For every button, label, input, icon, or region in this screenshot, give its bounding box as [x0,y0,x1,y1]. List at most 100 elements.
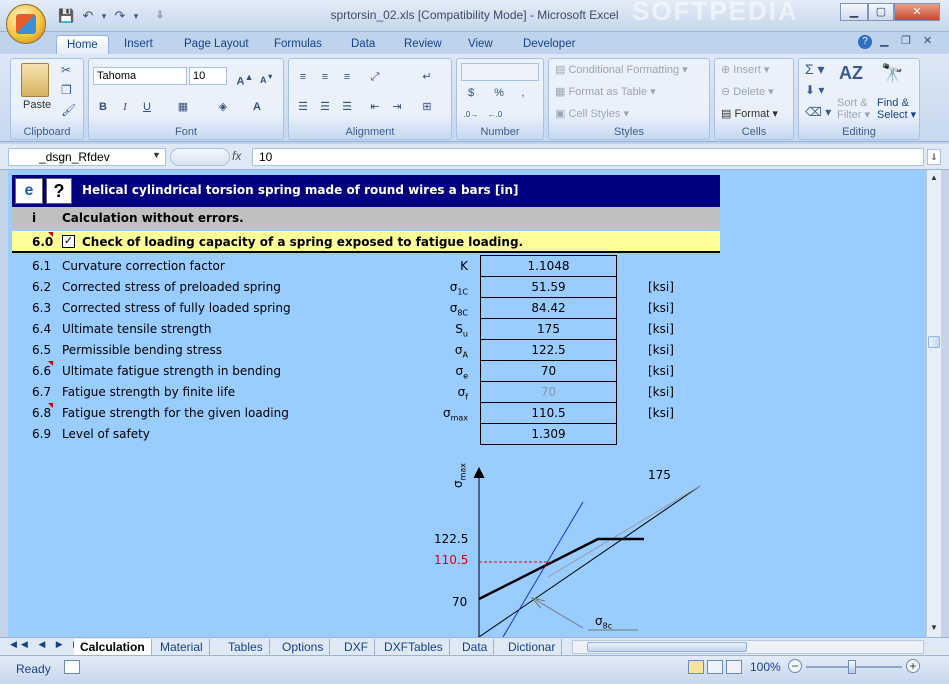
help-icon[interactable]: ? [858,35,872,49]
formula-bar-expand-icon[interactable]: ⇓ [927,149,941,165]
row-value[interactable]: 84.42 [480,297,617,319]
ribbon-restore-icon[interactable]: ❐ [901,34,911,47]
font-color-icon[interactable]: A [247,97,267,115]
normal-view-icon[interactable] [688,660,704,674]
merge-center-icon[interactable]: ⊞ [417,97,437,115]
find-select-icon[interactable]: 🔭 [881,63,903,84]
sheet-tab[interactable]: Options [276,639,331,655]
insert-cells-button[interactable]: ⊕ Insert ▾ [721,63,769,76]
font-name-combo[interactable]: Tahoma [93,67,187,85]
worksheet-area[interactable]: e ? Helical cylindrical torsion spring m… [8,170,926,637]
row-value[interactable]: 70 [480,381,617,403]
fill-icon[interactable]: ⬇ ▾ [805,83,824,97]
bold-button[interactable]: B [93,97,113,115]
section-checkbox[interactable]: ✓ [62,235,75,248]
zoom-slider-thumb[interactable] [848,660,856,674]
row-value[interactable]: 122.5 [480,339,617,361]
sheet-tab[interactable]: Calculation [74,639,152,655]
sheet-tab[interactable]: DXFTables [378,639,450,655]
name-box[interactable]: _dsgn_Rfdev [8,148,166,166]
orientation-icon[interactable]: ⤢ [365,67,385,85]
grow-font-icon[interactable]: A▲ [235,67,255,88]
ribbon-minimize-icon[interactable]: ▁ [880,34,888,47]
format-as-table-button[interactable]: ▦ Format as Table ▾ [555,85,656,98]
row-value[interactable]: 1.309 [480,423,617,445]
tab-data[interactable]: Data [341,35,385,55]
italic-button[interactable]: I [115,97,135,115]
copy-icon[interactable]: ❐ [61,83,72,97]
align-top-icon[interactable]: ≡ [293,67,313,85]
insert-function-button[interactable]: fx [232,149,241,163]
delete-cells-button[interactable]: ⊖ Delete ▾ [721,85,774,98]
increase-decimal-icon[interactable]: .0→ [461,105,481,123]
scroll-up-icon[interactable]: ▲ [928,171,940,185]
fill-color-icon[interactable]: ◈ [213,97,233,115]
help-question-icon[interactable]: ? [46,178,72,204]
align-right-icon[interactable]: ☰ [337,97,357,115]
wrap-text-icon[interactable]: ↵ [417,67,437,85]
redo-icon[interactable]: ↷ [112,8,128,24]
tab-developer[interactable]: Developer [513,35,585,55]
decrease-decimal-icon[interactable]: ←.0 [485,105,505,123]
sort-filter-button[interactable]: Sort & Filter ▾ [837,97,870,121]
autosum-icon[interactable]: Σ ▾ [805,61,825,78]
find-select-button[interactable]: Find & Select ▾ [877,97,916,121]
vertical-scrollbar[interactable]: ▲ ▼ [926,170,941,637]
tab-view[interactable]: View [458,35,503,55]
name-box-dropdown-icon[interactable]: ▼ [152,150,161,160]
sheet-tab[interactable]: Data [456,639,495,655]
align-left-icon[interactable]: ☰ [293,97,313,115]
scroll-down-icon[interactable]: ▼ [928,621,940,635]
align-middle-icon[interactable]: ≡ [315,67,335,85]
office-button[interactable] [6,4,46,44]
comma-button[interactable]: , [513,83,533,101]
maximize-button[interactable]: ▢ [868,3,894,21]
font-size-combo[interactable]: 10 [189,67,227,85]
workbook-close-icon[interactable]: ✕ [923,34,932,47]
paste-button[interactable]: Paste [23,99,51,111]
undo-dropdown-icon[interactable]: ▾ [96,8,112,24]
row-value[interactable]: 1.1048 [480,255,617,277]
tab-review[interactable]: Review [394,35,452,55]
page-break-view-icon[interactable] [726,660,742,674]
shrink-font-icon[interactable]: A▼ [257,67,277,85]
percent-button[interactable]: % [489,83,509,101]
save-icon[interactable]: 💾 [58,8,74,24]
increase-indent-icon[interactable]: ⇥ [387,97,407,115]
clear-icon[interactable]: ⌫ ▾ [805,105,831,119]
format-painter-icon[interactable]: 🖌 [61,103,76,117]
decrease-indent-icon[interactable]: ⇤ [365,97,385,115]
formula-expand-handle[interactable] [170,148,230,166]
page-layout-view-icon[interactable] [707,660,723,674]
horizontal-scrollbar[interactable] [572,640,924,654]
redo-dropdown-icon[interactable]: ▾ [128,8,144,24]
sheet-tab[interactable]: DXF [338,639,375,655]
sort-filter-icon[interactable]: AZ [839,63,863,84]
zoom-in-icon[interactable]: + [906,659,920,673]
scroll-thumb[interactable] [928,336,940,348]
minimize-button[interactable]: ▁ [840,3,868,21]
tab-formulas[interactable]: Formulas [264,35,332,55]
format-cells-button[interactable]: ▤ Format ▾ [721,107,778,120]
align-bottom-icon[interactable]: ≡ [337,67,357,85]
zoom-level[interactable]: 100% [750,660,781,674]
cut-icon[interactable]: ✂ [61,63,71,77]
undo-icon[interactable]: ↶ [80,8,96,24]
row-value[interactable]: 110.5 [480,402,617,424]
borders-icon[interactable]: ▦ [173,97,193,115]
align-center-icon[interactable]: ☰ [315,97,335,115]
number-format-combo[interactable] [461,63,539,81]
tab-page-layout[interactable]: Page Layout [174,35,259,55]
customize-qat-icon[interactable]: ⇩ [152,8,168,24]
row-value[interactable]: 51.59 [480,276,617,298]
zoom-out-icon[interactable]: − [788,659,802,673]
row-value[interactable]: 175 [480,318,617,340]
tab-home[interactable]: Home [56,35,109,55]
close-button[interactable]: ✕ [894,3,940,21]
formula-input[interactable]: 10 [252,148,924,166]
internet-explorer-icon[interactable]: e [15,178,43,204]
horizontal-scroll-thumb[interactable] [587,642,747,652]
sheet-tab[interactable]: Material [154,639,210,655]
sheet-tab[interactable]: Tables [222,639,270,655]
cell-styles-button[interactable]: ▣ Cell Styles ▾ [555,107,629,120]
